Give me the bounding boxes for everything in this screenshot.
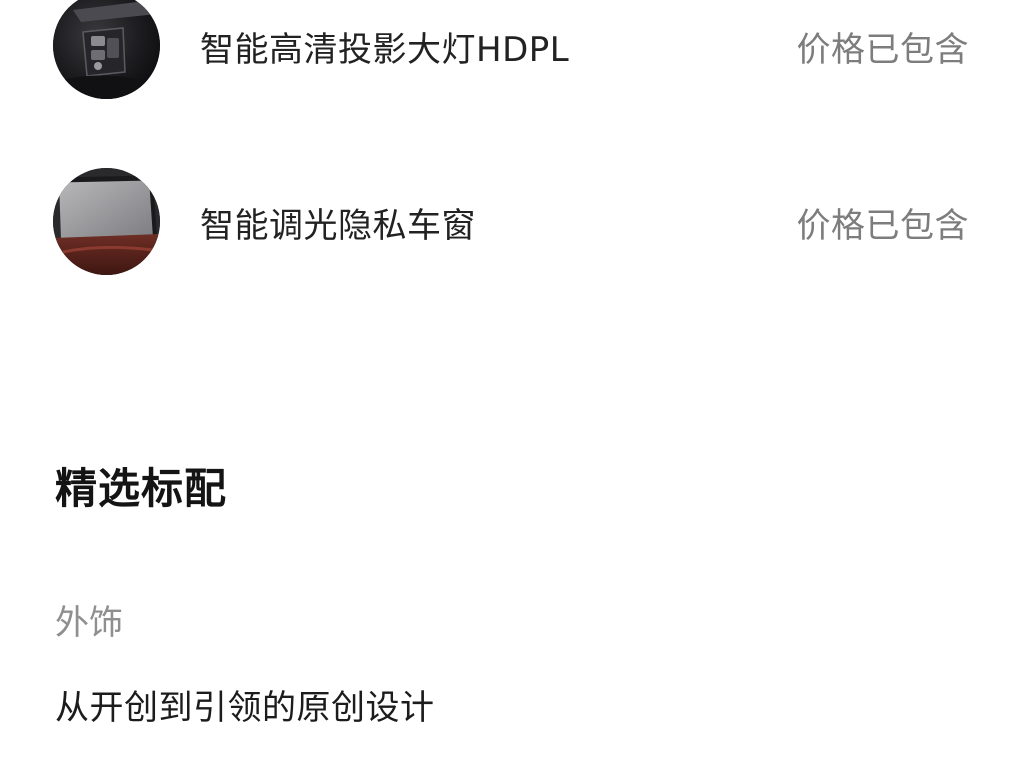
option-row-headlight[interactable]: 智能高清投影大灯HDPL 价格已包含 bbox=[0, 0, 1024, 102]
category-label: 外饰 bbox=[55, 603, 123, 643]
option-name: 智能高清投影大灯HDPL bbox=[200, 30, 570, 70]
section-title: 精选标配 bbox=[55, 464, 228, 513]
window-thumbnail-image bbox=[53, 168, 160, 275]
page: 智能高清投影大灯HDPL 价格已包含 智能调光隐私车窗 价格已包含 精选标配 外… bbox=[0, 0, 1024, 768]
headlight-thumbnail bbox=[53, 0, 160, 99]
feature-item-text[interactable]: 从开创到引领的原创设计 bbox=[55, 680, 435, 729]
window-thumbnail bbox=[53, 168, 160, 275]
headlight-thumbnail-image bbox=[53, 0, 160, 99]
option-price: 价格已包含 bbox=[796, 30, 969, 70]
option-price: 价格已包含 bbox=[796, 206, 969, 246]
option-name: 智能调光隐私车窗 bbox=[200, 206, 476, 246]
option-row-privacy-window[interactable]: 智能调光隐私车窗 价格已包含 bbox=[0, 168, 1024, 278]
